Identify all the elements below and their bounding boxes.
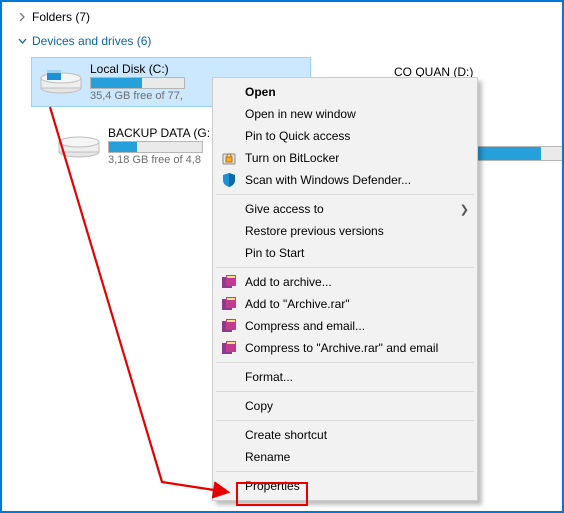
drive-subtitle: 3,18 GB free of 4,8 [108, 154, 210, 166]
menu-item-label: Format... [245, 370, 293, 384]
group-header-folders[interactable]: Folders (7) [16, 8, 562, 26]
menu-item-label: Pin to Start [245, 246, 304, 260]
menu-item-label: Give access to [245, 202, 324, 216]
menu-item-format[interactable]: Format... [215, 366, 475, 388]
menu-item-create-shortcut[interactable]: Create shortcut [215, 424, 475, 446]
menu-separator [216, 267, 474, 268]
drive-icon [32, 61, 90, 103]
menu-separator [216, 194, 474, 195]
drive-title: Local Disk (C:) [90, 62, 185, 76]
group-header-devices[interactable]: Devices and drives (6) [16, 32, 562, 50]
menu-item-give-access-to[interactable]: Give access to ❯ [215, 198, 475, 220]
group-header-label: Devices and drives (6) [32, 34, 151, 48]
capacity-bar [90, 77, 185, 89]
winrar-icon [221, 274, 237, 290]
menu-item-add-archive-rar[interactable]: Add to "Archive.rar" [215, 293, 475, 315]
menu-item-label: Properties [245, 479, 300, 493]
menu-separator [216, 362, 474, 363]
drive-icon [50, 125, 108, 167]
menu-item-pin-quick-access[interactable]: Pin to Quick access [215, 125, 475, 147]
menu-item-label: Scan with Windows Defender... [245, 173, 411, 187]
menu-item-label: Copy [245, 399, 273, 413]
drive-item-backup-data-g[interactable]: BACKUP DATA (G: 3,18 GB free of 4,8 [50, 122, 210, 170]
menu-separator [216, 420, 474, 421]
menu-item-label: Add to "Archive.rar" [245, 297, 350, 311]
menu-item-label: Open [245, 85, 276, 99]
group-header-label: Folders (7) [32, 10, 90, 24]
chevron-right-icon [16, 11, 28, 23]
menu-item-label: Compress and email... [245, 319, 365, 333]
capacity-bar [474, 146, 564, 161]
menu-item-label: Pin to Quick access [245, 129, 350, 143]
menu-item-label: Add to archive... [245, 275, 332, 289]
menu-item-label: Compress to "Archive.rar" and email [245, 341, 438, 355]
menu-item-compress-rar-email[interactable]: Compress to "Archive.rar" and email [215, 337, 475, 359]
menu-separator [216, 471, 474, 472]
capacity-bar [108, 141, 203, 153]
winrar-icon [221, 296, 237, 312]
menu-item-defender-scan[interactable]: Scan with Windows Defender... [215, 169, 475, 191]
chevron-down-icon [16, 35, 28, 47]
submenu-arrow-icon: ❯ [460, 203, 469, 216]
menu-item-open-new-window[interactable]: Open in new window [215, 103, 475, 125]
menu-item-label: Rename [245, 450, 290, 464]
menu-separator [216, 391, 474, 392]
menu-item-label: Restore previous versions [245, 224, 384, 238]
bitlocker-icon [221, 150, 237, 166]
menu-item-properties[interactable]: Properties [215, 475, 475, 497]
menu-item-label: Open in new window [245, 107, 356, 121]
menu-item-pin-start[interactable]: Pin to Start [215, 242, 475, 264]
context-menu: Open Open in new window Pin to Quick acc… [212, 77, 478, 501]
winrar-icon [221, 318, 237, 334]
winrar-icon [221, 340, 237, 356]
menu-item-compress-email[interactable]: Compress and email... [215, 315, 475, 337]
menu-item-restore-versions[interactable]: Restore previous versions [215, 220, 475, 242]
menu-item-add-archive[interactable]: Add to archive... [215, 271, 475, 293]
menu-item-bitlocker[interactable]: Turn on BitLocker [215, 147, 475, 169]
menu-item-label: Turn on BitLocker [245, 151, 339, 165]
drive-subtitle: 35,4 GB free of 77, [90, 90, 185, 102]
shield-icon [221, 172, 237, 188]
menu-item-rename[interactable]: Rename [215, 446, 475, 468]
menu-item-label: Create shortcut [245, 428, 327, 442]
menu-item-copy[interactable]: Copy [215, 395, 475, 417]
menu-item-open[interactable]: Open [215, 81, 475, 103]
drive-title: BACKUP DATA (G: [108, 126, 210, 140]
